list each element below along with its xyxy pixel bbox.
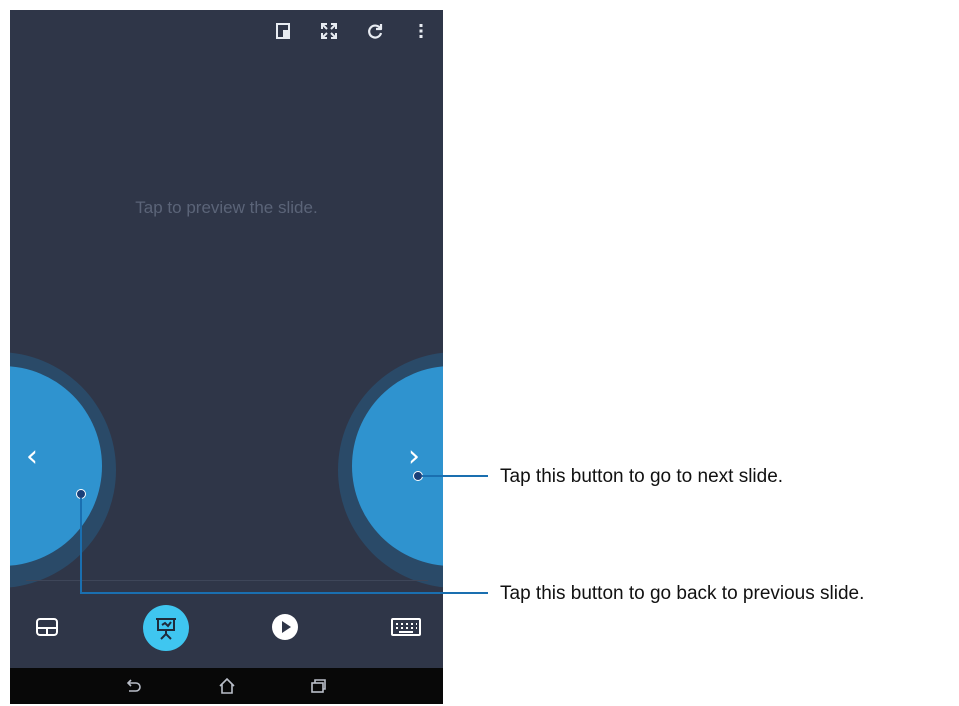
presenter-icon[interactable] — [143, 605, 189, 651]
recents-icon[interactable] — [308, 676, 328, 696]
presentation-view-icon[interactable] — [273, 20, 295, 42]
refresh-icon[interactable] — [364, 20, 386, 42]
bottom-toolbar — [10, 590, 443, 668]
prev-callout-text: Tap this button to go back to previous s… — [500, 583, 865, 604]
more-vert-icon[interactable] — [410, 20, 432, 42]
next-callout-line — [422, 475, 488, 477]
keyboard-icon[interactable] — [388, 612, 424, 642]
system-nav-bar — [10, 668, 443, 704]
preview-hint-text: Tap to preview the slide. — [135, 198, 318, 217]
prev-callout-line-vertical — [80, 498, 82, 594]
slide-preview-area[interactable]: Tap to preview the slide. — [10, 50, 443, 350]
chevron-right-icon: › — [408, 439, 420, 474]
fullscreen-icon[interactable] — [318, 20, 340, 42]
touchpad-icon[interactable] — [32, 612, 62, 642]
back-icon[interactable] — [123, 676, 143, 696]
prev-callout-line — [80, 592, 488, 594]
chevron-left-icon: ‹ — [26, 439, 38, 474]
home-icon[interactable] — [217, 676, 237, 696]
divider — [26, 580, 428, 581]
play-icon[interactable] — [270, 612, 300, 642]
next-callout-text: Tap this button to go to next slide. — [500, 466, 784, 487]
phone-screen: Tap to preview the slide. ‹ › — [10, 10, 443, 704]
top-action-bar — [10, 10, 443, 50]
